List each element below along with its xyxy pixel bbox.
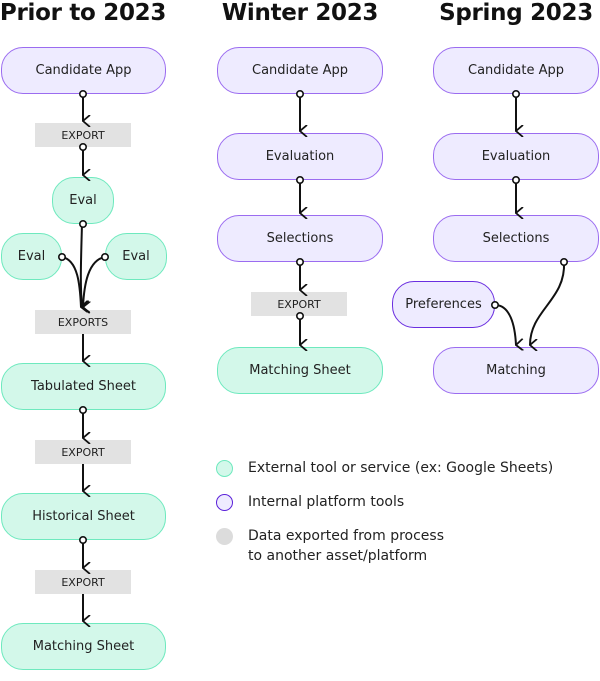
- connector-dot: [101, 253, 110, 262]
- connector-dot: [295, 90, 304, 99]
- arrow: [83, 256, 106, 307]
- legend-label-export-line1: Data exported from process: [248, 528, 445, 544]
- connector-dot: [79, 90, 88, 99]
- connector-dot: [511, 90, 520, 99]
- legend-swatch-export: [216, 528, 233, 545]
- connector-dot: [79, 535, 88, 544]
- connector-dot: [295, 257, 304, 266]
- connector-dot: [79, 220, 88, 229]
- legend-swatch-internal: [216, 494, 233, 511]
- legend-label-external: External tool or service (ex: Google She…: [248, 460, 554, 476]
- arrow: [61, 256, 81, 307]
- diagram: Prior to 2023 Winter 2023 Spring 2023 Ca…: [0, 0, 600, 681]
- connector-dot: [511, 176, 520, 185]
- arrow: [530, 261, 566, 345]
- connector-arrows: [57, 90, 568, 681]
- connector-dot: [79, 143, 88, 152]
- connector-dot: [79, 405, 88, 414]
- connector-dot: [559, 257, 568, 266]
- legend-swatch-external: [216, 460, 233, 477]
- legend-label-export: Data exported from process to another as…: [248, 526, 444, 566]
- connector-dot: [490, 300, 499, 309]
- legend-label-export-line2: to another asset/platform: [248, 548, 428, 564]
- connector-dot: [57, 253, 66, 262]
- connector-dot: [295, 176, 304, 185]
- legend-label-internal: Internal platform tools: [248, 494, 405, 510]
- arrow: [494, 304, 516, 345]
- connector-dot: [295, 311, 304, 320]
